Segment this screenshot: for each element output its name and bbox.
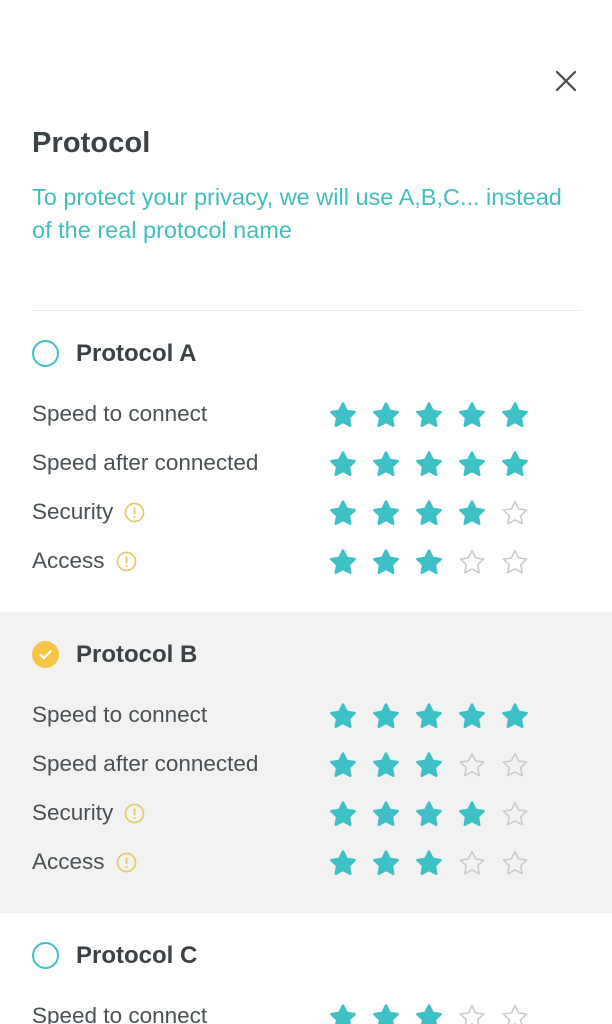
metric-label: Access <box>32 548 105 574</box>
metric-label: Speed after connected <box>32 751 259 777</box>
close-icon <box>552 67 580 95</box>
metric-row: Speed after connected <box>0 740 612 789</box>
metric-row: Access <box>0 838 612 887</box>
protocol-option-protocol-a[interactable]: Protocol A <box>0 340 612 367</box>
page-title: Protocol <box>32 127 151 159</box>
metric-row: Speed after connected <box>0 439 612 488</box>
protocol-group: Protocol C Speed to connect <box>0 913 612 1024</box>
protocol-dialog: Protocol To protect your privacy, we wil… <box>0 0 612 1024</box>
metric-row: Access <box>0 537 612 586</box>
metric-label: Speed to connect <box>32 702 208 728</box>
metric-row: Security <box>0 789 612 838</box>
metric-label: Security <box>32 800 114 826</box>
radio-checked-icon[interactable] <box>32 641 59 668</box>
info-circle-icon[interactable] <box>124 502 145 523</box>
star-rating <box>330 800 528 827</box>
info-circle-icon[interactable] <box>116 852 137 873</box>
protocol-option-protocol-b[interactable]: Protocol B <box>0 641 612 668</box>
protocol-name: Protocol A <box>76 339 197 367</box>
protocol-name: Protocol B <box>76 640 198 668</box>
info-circle-icon[interactable] <box>124 803 145 824</box>
protocol-option-protocol-c[interactable]: Protocol C <box>0 942 612 969</box>
radio-unchecked-icon[interactable] <box>32 942 59 969</box>
metric-label: Speed after connected <box>32 450 259 476</box>
metric-label-group: Speed to connect <box>32 403 330 426</box>
protocol-group: Protocol B Speed to connect Speed after co… <box>0 612 612 913</box>
protocol-list: Protocol A Speed to connect Speed after co… <box>0 311 612 1024</box>
metric-label-group: Speed after connected <box>32 452 330 475</box>
metric-label-group: Speed to connect <box>32 704 330 727</box>
metric-label-group: Speed after connected <box>32 753 330 776</box>
metric-label: Security <box>32 499 114 525</box>
protocol-group: Protocol A Speed to connect Speed after co… <box>0 311 612 612</box>
star-rating <box>330 450 528 477</box>
metric-label-group: Security <box>32 501 330 524</box>
dialog-header: Protocol To protect your privacy, we wil… <box>0 0 612 247</box>
page-subtitle: To protect your privacy, we will use A,B… <box>32 183 562 243</box>
metric-row: Speed to connect <box>0 992 612 1024</box>
metric-label: Access <box>32 849 105 875</box>
close-button[interactable] <box>544 59 588 103</box>
metric-row: Speed to connect <box>0 691 612 740</box>
metric-label: Speed to connect <box>32 401 208 427</box>
metric-row: Security <box>0 488 612 537</box>
metric-label-group: Access <box>32 550 330 573</box>
star-rating <box>330 702 528 729</box>
star-rating <box>330 849 528 876</box>
metric-label-group: Access <box>32 851 330 874</box>
star-rating <box>330 548 528 575</box>
star-rating <box>330 499 528 526</box>
metric-label: Speed to connect <box>32 1003 208 1024</box>
info-circle-icon[interactable] <box>116 551 137 572</box>
protocol-name: Protocol C <box>76 941 198 969</box>
star-rating <box>330 401 528 428</box>
metric-row: Speed to connect <box>0 390 612 439</box>
star-rating <box>330 1003 528 1024</box>
metric-label-group: Security <box>32 802 330 825</box>
star-rating <box>330 751 528 778</box>
radio-unchecked-icon[interactable] <box>32 340 59 367</box>
metric-label-group: Speed to connect <box>32 1005 330 1024</box>
